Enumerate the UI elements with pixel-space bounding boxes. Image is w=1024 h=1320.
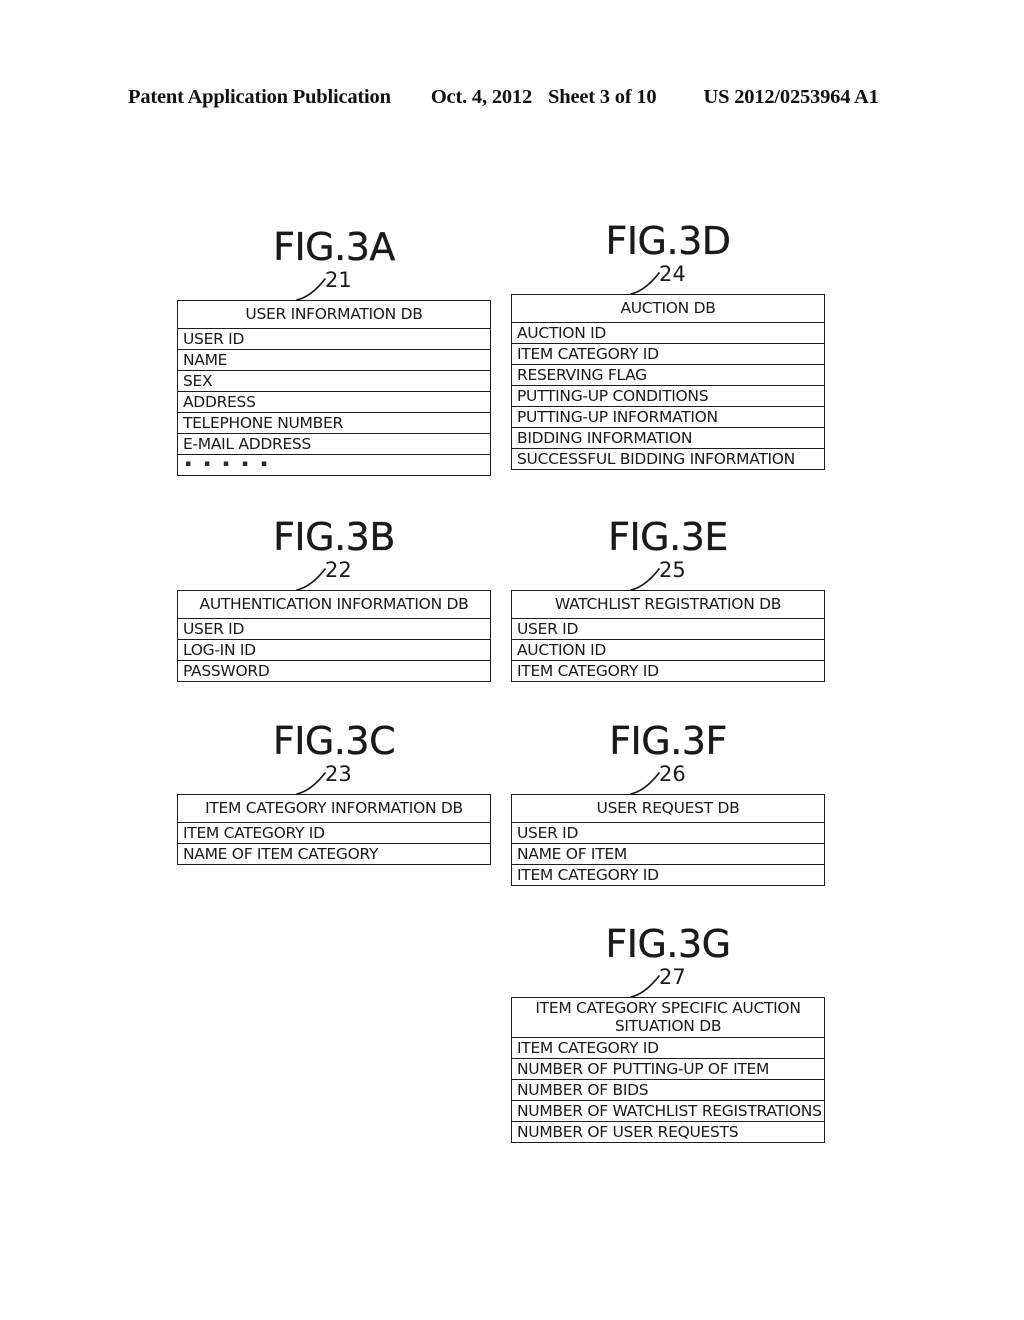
db-table-row: AUCTION ID (512, 322, 824, 343)
figure-fig-3c: FIG.3C 23 ITEM CATEGORY INFORMATION DB ITEM… (177, 722, 491, 865)
page-header: Patent Application Publication Oct. 4, 2… (128, 86, 896, 109)
figure-title: FIG.3F (609, 719, 727, 763)
db-table: AUTHENTICATION INFORMATION DB USER ID LOG-… (177, 590, 491, 682)
db-table-row: ADDRESS (178, 391, 490, 412)
db-table: USER INFORMATION DB USER ID NAME SEX ADDRESS… (177, 300, 491, 476)
figure-fig-3d: FIG.3D 24 AUCTION DB AUCTION ID ITEM CATEGOR… (511, 222, 825, 470)
db-table-title-line-1: WATCHLIST REGISTRATION DB (554, 595, 782, 614)
figure-title: FIG.3A (273, 225, 396, 269)
db-table-title-line-1: ITEM CATEGORY INFORMATION DB (205, 799, 463, 818)
figure-title: FIG.3D (605, 219, 731, 263)
db-table-title-line-2: SITUATION DB (614, 1016, 722, 1035)
db-table: WATCHLIST REGISTRATION DB USER ID AUCTION … (511, 590, 825, 682)
db-table-row: PASSWORD (178, 660, 490, 681)
db-table-title: USER INFORMATION DB (178, 301, 490, 328)
db-table-row: USER ID (178, 618, 490, 639)
header-sheet-label: Sheet 3 of 10 (548, 86, 657, 108)
db-table: USER REQUEST DB USER ID NAME OF ITEM ITEM C… (511, 794, 825, 886)
db-table-row: NAME (178, 349, 490, 370)
header-date-label: Oct. 4, 2012 (430, 86, 533, 108)
reference-numeral-group: 22 (177, 556, 491, 591)
db-table-title-line-1: ITEM CATEGORY SPECIFIC AUCTION (535, 999, 801, 1018)
reference-numeral-group: 24 (511, 260, 825, 295)
db-table-row: RESERVING FLAG (512, 364, 824, 385)
db-table-row: LOG-IN ID (178, 639, 490, 660)
db-table: ITEM CATEGORY INFORMATION DB ITEM CATEGOR… (177, 794, 491, 865)
figure-title: FIG.3C (272, 719, 396, 763)
reference-numeral-group: 23 (177, 760, 491, 795)
reference-numeral: 24 (659, 262, 686, 286)
db-table-title-line-1: AUCTION DB (620, 299, 716, 318)
db-table-row: SEX (178, 370, 490, 391)
db-table-row: NAME OF ITEM (512, 843, 824, 864)
reference-numeral-group: 26 (511, 760, 825, 795)
db-table-row: PUTTING-UP CONDITIONS (512, 385, 824, 406)
db-table-row: BIDDING INFORMATION (512, 427, 824, 448)
reference-numeral: 23 (325, 762, 352, 786)
figure-fig-3a: FIG.3A 21 USER INFORMATION DB USER ID NAME SE… (177, 228, 491, 476)
db-table-row: TELEPHONE NUMBER (178, 412, 490, 433)
db-table-ellipsis-row: ▪ ▪ ▪ ▪ ▪ (178, 454, 490, 475)
figure-fig-3e: FIG.3E 25 WATCHLIST REGISTRATION DB USER ID… (511, 518, 825, 682)
figure-title: FIG.3G (605, 922, 731, 966)
reference-numeral: 26 (659, 762, 686, 786)
db-table-title: ITEM CATEGORY INFORMATION DB (178, 795, 490, 822)
db-table-row: NUMBER OF USER REQUESTS (512, 1121, 824, 1142)
db-table-title: AUCTION DB (512, 295, 824, 322)
reference-numeral: 21 (325, 268, 352, 292)
db-table-row: USER ID (512, 822, 824, 843)
db-table-row: NUMBER OF BIDS (512, 1079, 824, 1100)
db-table-title: WATCHLIST REGISTRATION DB (512, 591, 824, 618)
db-table-row: NUMBER OF WATCHLIST REGISTRATIONS (512, 1100, 824, 1121)
db-table-row: ITEM CATEGORY ID (512, 343, 824, 364)
db-table-row: NUMBER OF PUTTING-UP OF ITEM (512, 1058, 824, 1079)
db-table-row: USER ID (512, 618, 824, 639)
reference-numeral-group: 21 (177, 266, 491, 301)
reference-numeral: 27 (659, 965, 686, 989)
db-table-row: ITEM CATEGORY ID (512, 660, 824, 681)
figure-fig-3b: FIG.3B 22 AUTHENTICATION INFORMATION DB USE… (177, 518, 491, 682)
db-table-row: ITEM CATEGORY ID (178, 822, 490, 843)
db-table-title: USER REQUEST DB (512, 795, 824, 822)
db-table-row: SUCCESSFUL BIDDING INFORMATION (512, 448, 824, 469)
reference-numeral-group: 25 (511, 556, 825, 591)
db-table: ITEM CATEGORY SPECIFIC AUCTION SITUATION … (511, 997, 825, 1143)
header-publication-label: Patent Application Publication (128, 86, 391, 108)
db-table-row: ITEM CATEGORY ID (512, 1037, 824, 1058)
figure-title: FIG.3E (608, 515, 729, 559)
db-table-title-line-1: USER INFORMATION DB (245, 305, 423, 324)
db-table-title: ITEM CATEGORY SPECIFIC AUCTION SITUATION … (512, 998, 824, 1037)
db-table-title-line-1: USER REQUEST DB (596, 799, 740, 818)
db-table-row: ITEM CATEGORY ID (512, 864, 824, 885)
header-patent-number: US 2012/0253964 A1 (703, 86, 879, 108)
db-table-title: AUTHENTICATION INFORMATION DB (178, 591, 490, 618)
db-table-row: PUTTING-UP INFORMATION (512, 406, 824, 427)
db-table-title-line-1: AUTHENTICATION INFORMATION DB (199, 595, 469, 614)
reference-numeral: 22 (325, 558, 352, 582)
figure-title: FIG.3B (273, 515, 396, 559)
db-table-row: USER ID (178, 328, 490, 349)
db-table: AUCTION DB AUCTION ID ITEM CATEGORY ID RESE… (511, 294, 825, 470)
reference-numeral: 25 (659, 558, 686, 582)
db-table-row: NAME OF ITEM CATEGORY (178, 843, 490, 864)
db-table-row: AUCTION ID (512, 639, 824, 660)
reference-numeral-group: 27 (511, 963, 825, 998)
figure-fig-3g: FIG.3G 27 ITEM CATEGORY SPECIFIC AUCTION SI… (511, 925, 825, 1143)
figure-fig-3f: FIG.3F 26 USER REQUEST DB USER ID NAME OF IT… (511, 722, 825, 886)
db-table-row: E-MAIL ADDRESS (178, 433, 490, 454)
